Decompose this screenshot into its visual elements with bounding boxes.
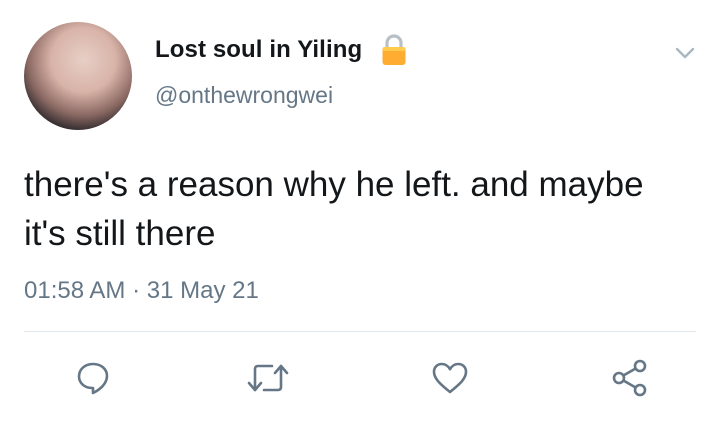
timestamp[interactable]: 01:58 AM · 31 May 21 [24,277,259,305]
chevron-down-icon[interactable] [673,41,697,65]
like-button[interactable] [428,358,472,398]
tweet-date: 31 May 21 [146,277,259,304]
retweet-button[interactable] [246,358,290,398]
retweet-icon [247,364,289,392]
lock-icon [382,34,406,65]
tweet-text: there's a reason why he left. and maybe … [24,165,644,253]
divider [24,331,696,332]
display-name[interactable]: Lost soul in Yiling [155,36,362,64]
reply-button[interactable] [71,358,115,398]
avatar[interactable] [24,22,132,130]
tweet-time: 01:58 AM [24,277,126,304]
share-icon [612,359,647,397]
reply-icon [77,362,109,395]
share-button[interactable] [608,358,652,398]
timestamp-separator: · [132,277,141,304]
user-handle[interactable]: @onthewrongwei [155,82,333,109]
heart-icon [432,362,468,394]
tweet: Lost soul in Yiling @onthewrongwei there… [0,0,720,439]
